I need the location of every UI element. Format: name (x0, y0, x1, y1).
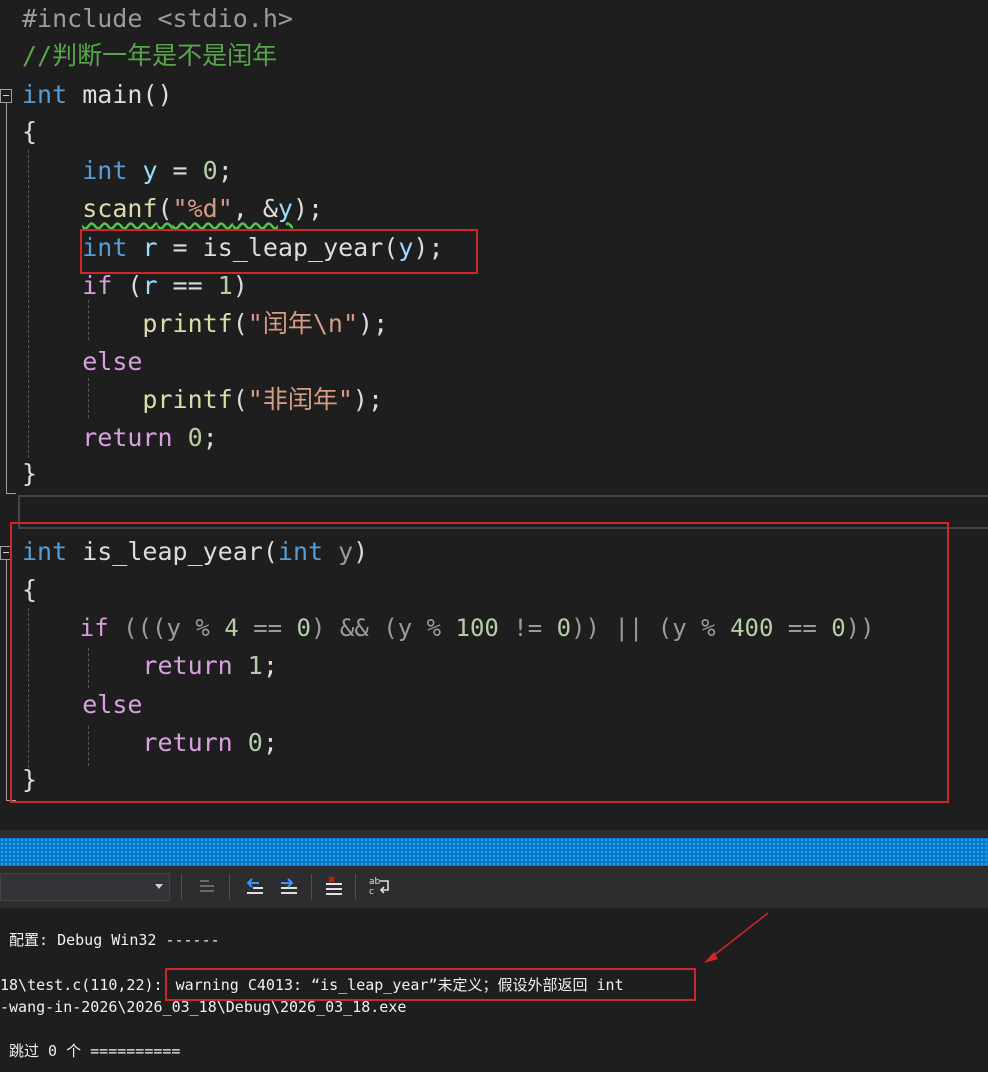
fold-line-main (6, 103, 7, 493)
fold-end-main (6, 493, 16, 494)
toolbar-separator (355, 874, 356, 900)
toolbar-separator (181, 874, 182, 900)
toolbar-separator (311, 874, 312, 900)
code-line-comment: //判断一年是不是闰年 (22, 38, 277, 74)
preprocessor: #include <stdio.h> (22, 4, 293, 33)
svg-text:c: c (369, 887, 374, 897)
operator: = (157, 156, 203, 185)
comment: //判断一年是不是闰年 (22, 41, 278, 70)
number: 0 (172, 423, 203, 452)
punctuation: ); (292, 194, 324, 223)
previous-message-icon[interactable] (242, 874, 266, 898)
variable: y (277, 194, 293, 223)
code-line-open-brace: { (22, 114, 37, 150)
annotation-arrow (704, 912, 769, 963)
punctuation: ( (157, 194, 173, 223)
keyword: if (82, 271, 113, 300)
code-line-include: #include <stdio.h> (22, 1, 293, 37)
function-call: scanf (82, 194, 158, 223)
keyword: return (82, 423, 173, 452)
punctuation: , & (232, 194, 278, 223)
variable: y (142, 156, 158, 185)
fold-line-leap (6, 560, 7, 800)
svg-text:ab: ab (369, 877, 381, 887)
output-panel-titlebar[interactable] (0, 838, 988, 866)
code-line-scanf: scanf("%d", &y); (22, 191, 323, 227)
output-line-summary: 跳过 0 个 ========== (0, 1042, 181, 1060)
brace: { (22, 117, 38, 146)
punctuation: ) (232, 271, 248, 300)
function-call: printf (142, 385, 233, 414)
function-call: printf (142, 309, 233, 338)
code-line-return: return 0; (22, 420, 218, 456)
code-line-decl-y: int y = 0; (22, 153, 233, 189)
punctuation: () (142, 80, 173, 109)
annotation-box-function (10, 522, 949, 803)
output-panel-border (0, 830, 988, 838)
string: "非闰年" (247, 385, 353, 414)
number: 0 (202, 156, 218, 185)
keyword: int (82, 156, 128, 185)
code-line-printf-leap: printf("闰年\n"); (22, 306, 388, 342)
code-line-printf-not-leap: printf("非闰年"); (22, 382, 383, 418)
keyword: else (82, 347, 143, 376)
output-line-config: 配置: Debug Win32 ------ (0, 931, 220, 949)
brace: } (22, 459, 38, 488)
keyword: int (22, 80, 68, 109)
annotation-box-call (80, 229, 478, 274)
punctuation: ( (232, 385, 248, 414)
annotation-box-warning (165, 968, 696, 1001)
operator: == (157, 271, 218, 300)
code-line-close-brace: } (22, 456, 37, 492)
output-warning-location: 18\test.c(110,22): (0, 976, 172, 994)
code-line-main-signature: int main() (22, 77, 173, 113)
punctuation: ; (202, 423, 218, 452)
function-name: main (82, 80, 143, 109)
word-wrap-icon[interactable]: ab c (368, 874, 392, 898)
code-line-else: else (22, 344, 142, 380)
punctuation: ); (358, 309, 389, 338)
clear-all-icon[interactable] (322, 874, 346, 898)
punctuation: ; (217, 156, 233, 185)
chevron-down-icon (155, 884, 163, 889)
punctuation: ( (232, 309, 248, 338)
next-message-icon[interactable] (276, 874, 300, 898)
align-left-icon[interactable] (195, 874, 219, 898)
string: "闰年\n" (247, 309, 359, 338)
toolbar-separator (229, 874, 230, 900)
output-source-dropdown[interactable] (0, 873, 170, 901)
collapse-main-icon[interactable] (0, 89, 12, 103)
punctuation: ); (352, 385, 384, 414)
warning-squiggle[interactable]: scanf("%d", &y (82, 194, 293, 223)
string: "%d" (172, 194, 233, 223)
number: 1 (217, 271, 233, 300)
punctuation: ( (112, 271, 143, 300)
code-editor[interactable]: #include <stdio.h> //判断一年是不是闰年 int main(… (0, 0, 988, 830)
variable: r (142, 271, 158, 300)
